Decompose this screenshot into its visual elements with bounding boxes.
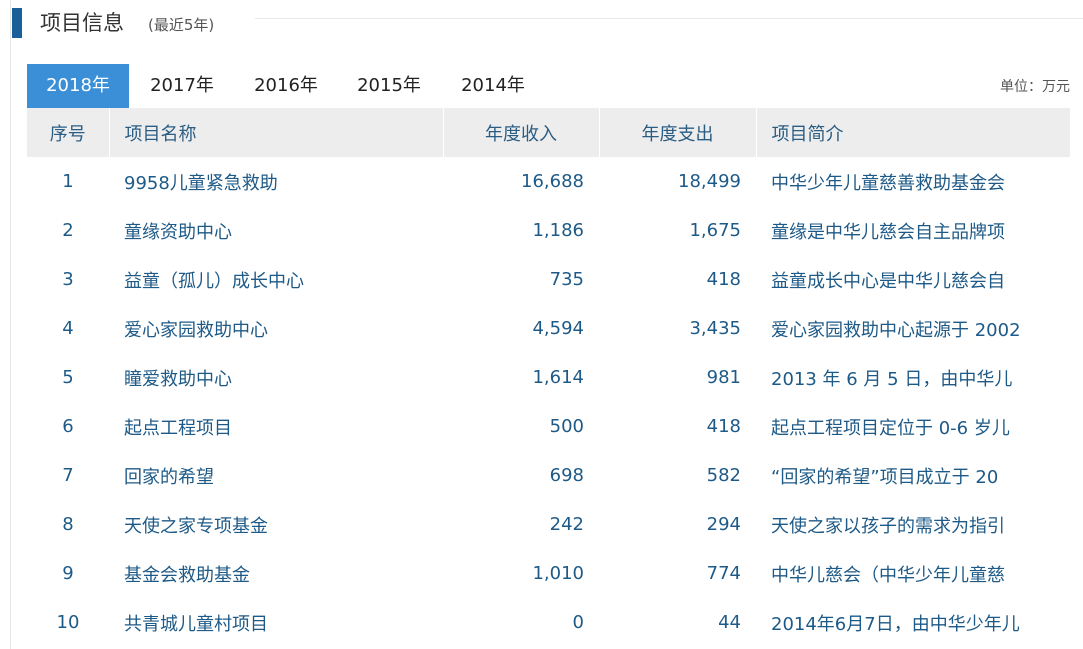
cell-expense: 981: [706, 367, 741, 388]
table-row: 8 天使之家专项基金 242 294 天使之家以孩子的需求为指引: [27, 500, 1070, 549]
table-header-row: 序号 项目名称 年度收入 年度支出 项目简介: [27, 108, 1070, 157]
cell-index: 1: [62, 171, 74, 192]
cell-income: 16,688: [521, 171, 584, 192]
cell-project-name[interactable]: 基金会救助基金: [109, 549, 443, 598]
cell-intro: 2014年6月7日，由中华少年儿: [771, 613, 1020, 635]
cell-expense: 3,435: [689, 318, 741, 339]
cell-intro: 起点工程项目定位于 0-6 岁儿: [771, 417, 1010, 439]
cell-expense: 582: [706, 465, 741, 486]
tab-2014[interactable]: 2014年: [441, 64, 545, 108]
column-header-intro: 项目简介: [755, 108, 1070, 157]
cell-index: 2: [62, 220, 74, 241]
cell-index: 4: [62, 318, 74, 339]
table-row: 5 瞳爱救助中心 1,614 981 2013 年 6 月 5 日，由中华儿: [27, 353, 1070, 402]
table-row: 9 基金会救助基金 1,010 774 中华儿慈会（中华少年儿童慈: [27, 549, 1070, 598]
column-header-index: 序号: [27, 108, 109, 157]
cell-intro: 童缘是中华儿慈会自主品牌项: [771, 221, 1005, 243]
cell-intro: 爱心家园救助中心起源于 2002: [771, 319, 1021, 341]
cell-expense: 44: [718, 612, 741, 633]
section-title: 项目信息: [40, 11, 124, 35]
cell-income: 1,010: [532, 563, 584, 584]
cell-income: 0: [572, 612, 584, 633]
cell-expense: 774: [706, 563, 741, 584]
project-table: 序号 项目名称 年度收入 年度支出 项目简介 1 9958儿童紧急救助 16,6…: [27, 108, 1070, 647]
cell-index: 8: [62, 514, 74, 535]
cell-income: 698: [549, 465, 584, 486]
tab-2017[interactable]: 2017年: [129, 64, 235, 108]
cell-index: 6: [62, 416, 74, 437]
cell-income: 735: [549, 269, 584, 290]
cell-project-name[interactable]: 童缘资助中心: [109, 206, 443, 255]
column-header-income: 年度收入: [442, 108, 599, 157]
cell-project-name[interactable]: 天使之家专项基金: [109, 500, 443, 549]
table-row: 10 共青城儿童村项目 0 44 2014年6月7日，由中华少年儿: [27, 598, 1070, 647]
cell-income: 1,186: [532, 220, 584, 241]
section-subtitle: (最近5年): [148, 16, 215, 34]
cell-index: 5: [62, 367, 74, 388]
year-tabs: 2018年 2017年 2016年 2015年 2014年: [27, 64, 545, 108]
cell-expense: 18,499: [678, 171, 741, 192]
cell-intro: 中华儿慈会（中华少年儿童慈: [771, 564, 1005, 586]
column-header-name: 项目名称: [108, 108, 443, 157]
cell-intro: “回家的希望”项目成立于 20: [771, 466, 999, 488]
cell-expense: 418: [706, 269, 741, 290]
table-row: 4 爱心家园救助中心 4,594 3,435 爱心家园救助中心起源于 2002: [27, 304, 1070, 353]
table-row: 1 9958儿童紧急救助 16,688 18,499 中华少年儿童慈善救助基金会: [27, 157, 1070, 206]
section-header: 项目信息 (最近5年): [0, 0, 1083, 46]
column-header-expense: 年度支出: [598, 108, 756, 157]
cell-intro: 益童成长中心是中华儿慈会自: [771, 270, 1005, 292]
cell-income: 242: [549, 514, 584, 535]
section-accent-bar: [12, 8, 22, 38]
page-left-border: [10, 0, 11, 649]
cell-expense: 1,675: [689, 220, 741, 241]
cell-intro: 2013 年 6 月 5 日，由中华儿: [771, 368, 1013, 390]
cell-project-name[interactable]: 瞳爱救助中心: [109, 353, 443, 402]
header-divider: [255, 18, 1083, 19]
table-row: 6 起点工程项目 500 418 起点工程项目定位于 0-6 岁儿: [27, 402, 1070, 451]
table-row: 2 童缘资助中心 1,186 1,675 童缘是中华儿慈会自主品牌项: [27, 206, 1070, 255]
cell-intro: 中华少年儿童慈善救助基金会: [771, 172, 1005, 194]
cell-income: 4,594: [532, 318, 584, 339]
tab-2018[interactable]: 2018年: [27, 64, 129, 108]
cell-income: 1,614: [532, 367, 584, 388]
cell-project-name[interactable]: 共青城儿童村项目: [109, 598, 443, 647]
cell-project-name[interactable]: 起点工程项目: [109, 402, 443, 451]
cell-index: 7: [62, 465, 74, 486]
cell-project-name[interactable]: 9958儿童紧急救助: [109, 157, 443, 206]
table-row: 3 益童（孤儿）成长中心 735 418 益童成长中心是中华儿慈会自: [27, 255, 1070, 304]
table-row: 7 回家的希望 698 582 “回家的希望”项目成立于 20: [27, 451, 1070, 500]
cell-index: 3: [62, 269, 74, 290]
cell-project-name[interactable]: 益童（孤儿）成长中心: [109, 255, 443, 304]
cell-expense: 294: [706, 514, 741, 535]
unit-label: 单位：万元: [1000, 79, 1070, 95]
cell-project-name[interactable]: 回家的希望: [109, 451, 443, 500]
cell-intro: 天使之家以孩子的需求为指引: [771, 515, 1005, 537]
cell-index: 9: [62, 563, 74, 584]
cell-income: 500: [549, 416, 584, 437]
tab-2015[interactable]: 2015年: [337, 64, 441, 108]
cell-project-name[interactable]: 爱心家园救助中心: [109, 304, 443, 353]
cell-expense: 418: [706, 416, 741, 437]
cell-index: 10: [56, 612, 80, 633]
tab-2016[interactable]: 2016年: [235, 64, 337, 108]
